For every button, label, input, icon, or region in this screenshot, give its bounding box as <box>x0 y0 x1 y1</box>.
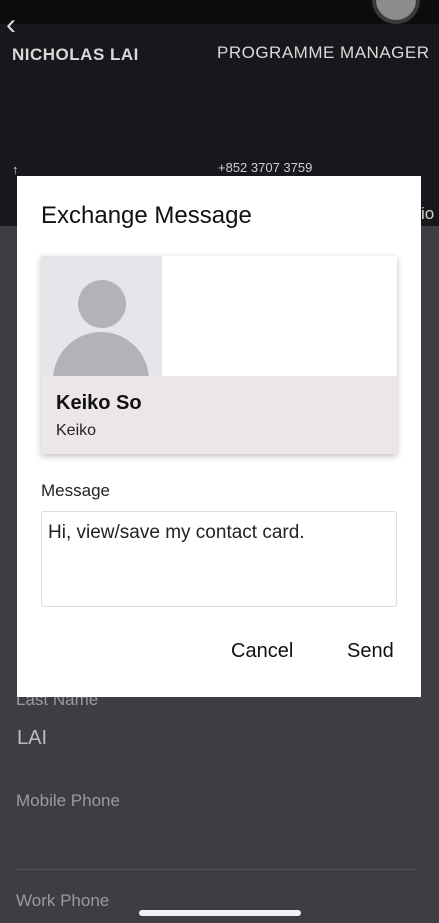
card-phone: +852 3707 3759 <box>218 160 313 175</box>
dialog-title: Exchange Message <box>41 202 252 229</box>
person-placeholder-icon <box>41 256 162 376</box>
field-divider <box>16 869 418 870</box>
contact-info: Keiko So Keiko <box>41 376 397 454</box>
cancel-button[interactable]: Cancel <box>231 640 293 663</box>
contact-nickname: Keiko <box>56 422 97 439</box>
card-name: NICHOLAS LAI <box>12 45 139 64</box>
message-label: Message <box>41 481 110 500</box>
last-name-value[interactable]: LAI <box>17 727 47 750</box>
contact-name: Keiko So <box>56 392 142 414</box>
work-phone-label: Work Phone <box>16 891 110 910</box>
home-indicator[interactable] <box>139 910 301 916</box>
card-edge-text: io <box>421 204 435 223</box>
card-image-area <box>162 256 397 376</box>
card-job-title: PROGRAMME MANAGER <box>217 43 430 62</box>
send-button[interactable]: Send <box>347 640 394 663</box>
chevron-left-icon[interactable]: ‹ <box>6 10 30 40</box>
card-phone-icon: ↑ <box>12 162 19 177</box>
avatar-head <box>78 280 126 328</box>
message-input[interactable]: Hi, view/save my contact card. <box>41 511 397 607</box>
exchange-message-dialog: Exchange Message Keiko So Keiko Message … <box>17 176 421 697</box>
avatar-body <box>53 332 149 376</box>
contact-card: Keiko So Keiko <box>41 256 397 454</box>
mobile-phone-label: Mobile Phone <box>16 791 120 810</box>
